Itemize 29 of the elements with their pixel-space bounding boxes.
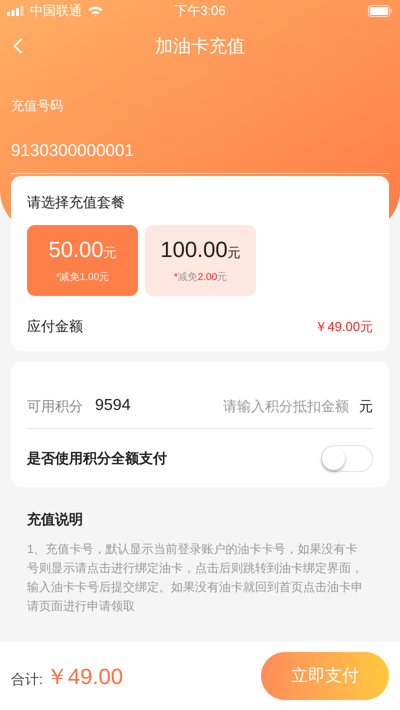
discount-note: *减免1.00元 <box>56 270 110 284</box>
discount-note: *减免2.00元 <box>174 270 228 284</box>
package-option[interactable]: 100.00元 *减免2.00元 <box>145 225 256 296</box>
points-amount-field[interactable]: 请输入积分抵扣金额 <box>219 396 349 416</box>
status-time: 下午3:06 <box>174 2 226 20</box>
toggle-switch[interactable] <box>321 444 373 472</box>
package-amount: 100.00元 <box>160 236 241 264</box>
points-label: 可用积分 <box>27 396 83 416</box>
full-pay-label: 是否使用积分全额支付 <box>27 448 167 468</box>
pay-button[interactable]: 立即支付 <box>261 652 389 700</box>
back-icon[interactable] <box>13 38 23 54</box>
carrier-name: 中国联通 <box>30 2 82 20</box>
section-title: 请选择充值套餐 <box>27 193 126 212</box>
unit-label: 元 <box>359 396 373 416</box>
signal-icon <box>7 6 24 16</box>
total-label: 合计: <box>11 670 43 688</box>
notes-text: 1、充值卡号，默认显示当前登录账户的油卡卡号，如果没有卡号则显示请点击进行绑定油卡，点击后则跳转到油卡绑定界面，输入油卡卡号后提交绑定。如果没有油卡就回到首页点击油卡申请页面进行申请领取 <box>27 541 364 615</box>
page-title: 加油卡充值 <box>155 34 245 58</box>
total-amount: ￥49.00 <box>46 662 123 690</box>
wifi-icon <box>88 6 103 16</box>
notes-title: 充值说明 <box>27 510 84 529</box>
payable-amount: ￥49.00元 <box>314 318 373 336</box>
package-option[interactable]: 50.00元 *减免1.00元 <box>27 225 138 296</box>
field-label: 充值号码 <box>11 97 64 115</box>
package-amount: 50.00元 <box>48 236 117 264</box>
card-number-field[interactable]: 9130300000001 <box>11 138 389 174</box>
points-value: 9594 <box>95 396 131 416</box>
battery-icon <box>368 5 393 17</box>
payable-label: 应付金额 <box>27 317 83 336</box>
